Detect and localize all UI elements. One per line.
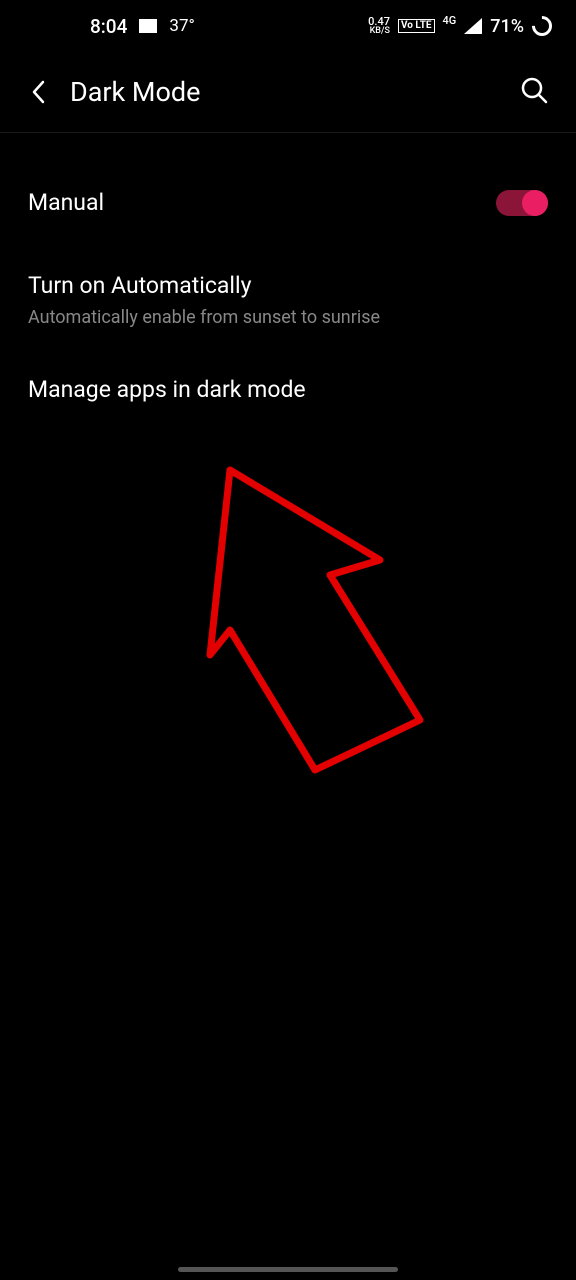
auto-subtitle: Automatically enable from sunset to sunr… — [28, 307, 548, 328]
setting-manual[interactable]: Manual — [28, 133, 548, 240]
page-title: Dark Mode — [70, 76, 498, 108]
arrow-annotation — [200, 460, 440, 780]
status-bar-right: 0.47 KB/S Vo LTE 4G 71% — [368, 16, 552, 37]
search-icon — [520, 76, 548, 104]
manual-toggle[interactable] — [496, 190, 548, 216]
status-time: 8:04 — [90, 15, 127, 38]
setting-auto[interactable]: Turn on Automatically Automatically enab… — [28, 240, 548, 328]
status-bar-left: 8:04 37° — [90, 15, 195, 38]
picture-icon — [139, 19, 157, 33]
home-indicator[interactable] — [178, 1267, 398, 1272]
loading-circle-icon — [528, 12, 556, 40]
data-rate-unit: KB/S — [368, 27, 390, 36]
status-bar: 8:04 37° 0.47 KB/S Vo LTE 4G 71% — [0, 0, 576, 52]
status-data-rate: 0.47 KB/S — [368, 16, 390, 36]
signal-icon — [464, 18, 482, 34]
volte-icon: Vo LTE — [398, 19, 435, 33]
app-bar: Dark Mode — [0, 52, 576, 133]
setting-manage-apps[interactable]: Manage apps in dark mode — [28, 328, 548, 403]
status-temperature: 37° — [169, 16, 194, 36]
chevron-left-icon — [31, 80, 45, 104]
battery-percentage: 71% — [490, 16, 524, 37]
search-button[interactable] — [520, 76, 548, 108]
auto-title: Turn on Automatically — [28, 272, 548, 299]
manual-label: Manual — [28, 189, 104, 216]
settings-content: Manual Turn on Automatically Automatical… — [0, 133, 576, 403]
back-button[interactable] — [28, 82, 48, 102]
network-type: 4G — [443, 14, 457, 27]
manage-apps-title: Manage apps in dark mode — [28, 376, 548, 403]
